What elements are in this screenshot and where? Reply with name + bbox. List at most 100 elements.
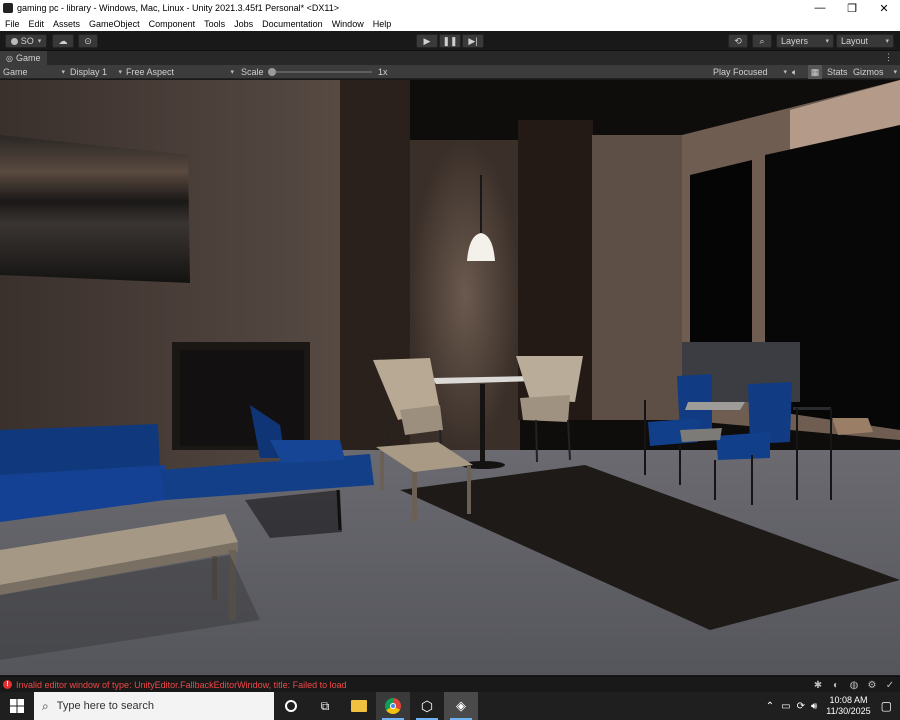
chevron-down-icon: ▾ (118, 69, 122, 76)
history-button[interactable]: ⟲ (728, 34, 748, 48)
layers-dropdown[interactable]: Layers ▾ (776, 34, 834, 48)
menu-help[interactable]: Help (373, 19, 392, 29)
search-icon: ⌕ (42, 698, 49, 713)
cortana-icon (285, 700, 297, 712)
history-icon: ⟲ (734, 35, 742, 46)
menu-jobs[interactable]: Jobs (234, 19, 253, 29)
play-focused-label: Play Focused (713, 67, 768, 77)
menu-documentation[interactable]: Documentation (262, 19, 323, 29)
unity-hub-button[interactable]: ⬡ (410, 692, 444, 720)
more-options-icon[interactable]: ⋮ (884, 52, 893, 63)
settings-icon[interactable]: ⚙ (866, 679, 878, 691)
gamepad-icon: ◎ (6, 53, 13, 63)
check-icon[interactable]: ✓ (884, 679, 896, 691)
collab-button[interactable]: ⊙ (78, 34, 98, 48)
clock[interactable]: 10:08 AM 11/30/2025 (826, 695, 870, 717)
scale-slider[interactable] (268, 65, 372, 79)
display-label: Display 1 (70, 67, 108, 77)
stats-button[interactable]: Stats (827, 65, 848, 79)
unity-editor-icon: ◈ (456, 698, 466, 713)
windows-taskbar: ⌕ Type here to search ⧉ ⬡ ◈ ⌃ ▭ ⟳ 🔊︎ 10:… (0, 692, 900, 720)
tab-game-label: Game (15, 53, 41, 63)
clock-date: 11/30/2025 (826, 706, 871, 716)
task-view-button[interactable]: ⧉ (308, 692, 342, 720)
game-viewport[interactable] (0, 80, 900, 675)
aspect-label: Free Aspect (126, 67, 175, 77)
main-toolbar: SO ▾ ☁ ⊙ ▶ ❚❚ ▶| ⟲ ⌕ Layers ▾ Layout ▾ (0, 31, 900, 51)
system-tray: ⌃ ▭ ⟳ 🔊︎ 10:08 AM 11/30/2025 ▢ (762, 692, 900, 720)
file-explorer-button[interactable] (342, 692, 376, 720)
gizmos-dropdown[interactable]: Gizmos ▾ (853, 65, 897, 79)
display-dropdown[interactable]: Display 1 ▾ (70, 65, 122, 79)
account-dropdown[interactable]: SO ▾ (5, 34, 47, 48)
chevron-down-icon: ▾ (61, 69, 65, 76)
file-explorer-icon (351, 700, 367, 712)
bug-icon[interactable]: ✱ (812, 679, 824, 691)
play-focused-dropdown[interactable]: Play Focused ▾ (713, 65, 787, 79)
step-icon: ▶| (468, 35, 478, 46)
grid-toggle[interactable]: ▦ (808, 65, 822, 79)
notification-icon[interactable]: ▢ (881, 699, 892, 713)
chevron-down-icon: ▾ (783, 69, 787, 76)
layers-label: Layers (781, 36, 809, 46)
auto-refresh-icon[interactable]: ◍ (848, 679, 860, 691)
minimize-button[interactable]: — (804, 0, 836, 16)
menu-window[interactable]: Window (332, 19, 364, 29)
scale-thumb[interactable] (268, 68, 276, 76)
network-icon[interactable]: ▭ (781, 701, 790, 712)
game-view-toolbar: Game ▾ Display 1 ▾ Free Aspect ▾ Scale 1… (0, 65, 900, 79)
chevron-up-icon[interactable]: ⌃ (766, 701, 774, 712)
mode-label: Game (3, 67, 28, 77)
chrome-button[interactable] (376, 692, 410, 720)
console-status-bar[interactable]: ! Invalid editor window of type: UnityEd… (0, 676, 900, 692)
search-icon: ⌕ (759, 35, 765, 46)
pause-button[interactable]: ❚❚ (439, 34, 461, 48)
chevron-down-icon: ▾ (37, 38, 42, 45)
cloud-icon: ☁ (58, 35, 68, 46)
status-message[interactable]: Invalid editor window of type: UnityEdit… (16, 680, 347, 690)
layout-label: Layout (841, 36, 869, 46)
cloud-button[interactable]: ☁ (52, 34, 74, 48)
start-button[interactable] (0, 692, 34, 720)
unity-icon (3, 3, 13, 13)
wall-painting (0, 135, 190, 283)
close-button[interactable]: ✕ (868, 0, 900, 16)
cortana-button[interactable] (274, 692, 308, 720)
aspect-dropdown[interactable]: Free Aspect ▾ (126, 65, 234, 79)
scale-label: Scale (241, 67, 264, 77)
mute-audio-button[interactable]: 🔈︎ (792, 65, 797, 79)
restore-button[interactable]: ❐ (836, 0, 868, 16)
account-label: SO (20, 36, 34, 46)
chrome-icon (385, 698, 401, 714)
menu-gameobject[interactable]: GameObject (89, 19, 140, 29)
unity-editor-button[interactable]: ◈ (444, 692, 478, 720)
gizmos-label: Gizmos (853, 67, 884, 77)
menu-edit[interactable]: Edit (29, 19, 45, 29)
unity-hub-icon: ⬡ (420, 697, 434, 714)
window-title: gaming pc - library - Windows, Mac, Linu… (17, 3, 339, 13)
chevron-down-icon: ▾ (230, 69, 234, 76)
taskbar-search[interactable]: ⌕ Type here to search (34, 692, 274, 720)
sync-icon[interactable]: ⟳ (797, 701, 805, 712)
cache-icon[interactable]: ◐ (830, 679, 842, 691)
play-icon: ▶ (423, 35, 431, 46)
mode-dropdown[interactable]: Game ▾ (3, 65, 65, 79)
layout-dropdown[interactable]: Layout ▾ (836, 34, 894, 48)
pause-icon: ❚❚ (442, 35, 458, 46)
menu-component[interactable]: Component (149, 19, 196, 29)
search-button[interactable]: ⌕ (752, 34, 772, 48)
step-button[interactable]: ▶| (462, 34, 484, 48)
editor-tab-bar: ◎ Game ⋮ (0, 51, 900, 65)
menu-assets[interactable]: Assets (53, 19, 80, 29)
game-render (0, 80, 900, 675)
search-placeholder: Type here to search (56, 700, 154, 712)
volume-icon[interactable]: 🔊︎ (811, 701, 817, 712)
windows-start-icon (10, 699, 24, 713)
tab-game[interactable]: ◎ Game (0, 51, 47, 65)
clock-time: 10:08 AM (829, 695, 868, 705)
menu-file[interactable]: File (5, 19, 20, 29)
error-icon: ! (3, 680, 12, 689)
window-titlebar: gaming pc - library - Windows, Mac, Linu… (0, 0, 900, 16)
play-button[interactable]: ▶ (416, 34, 438, 48)
menu-tools[interactable]: Tools (204, 19, 225, 29)
